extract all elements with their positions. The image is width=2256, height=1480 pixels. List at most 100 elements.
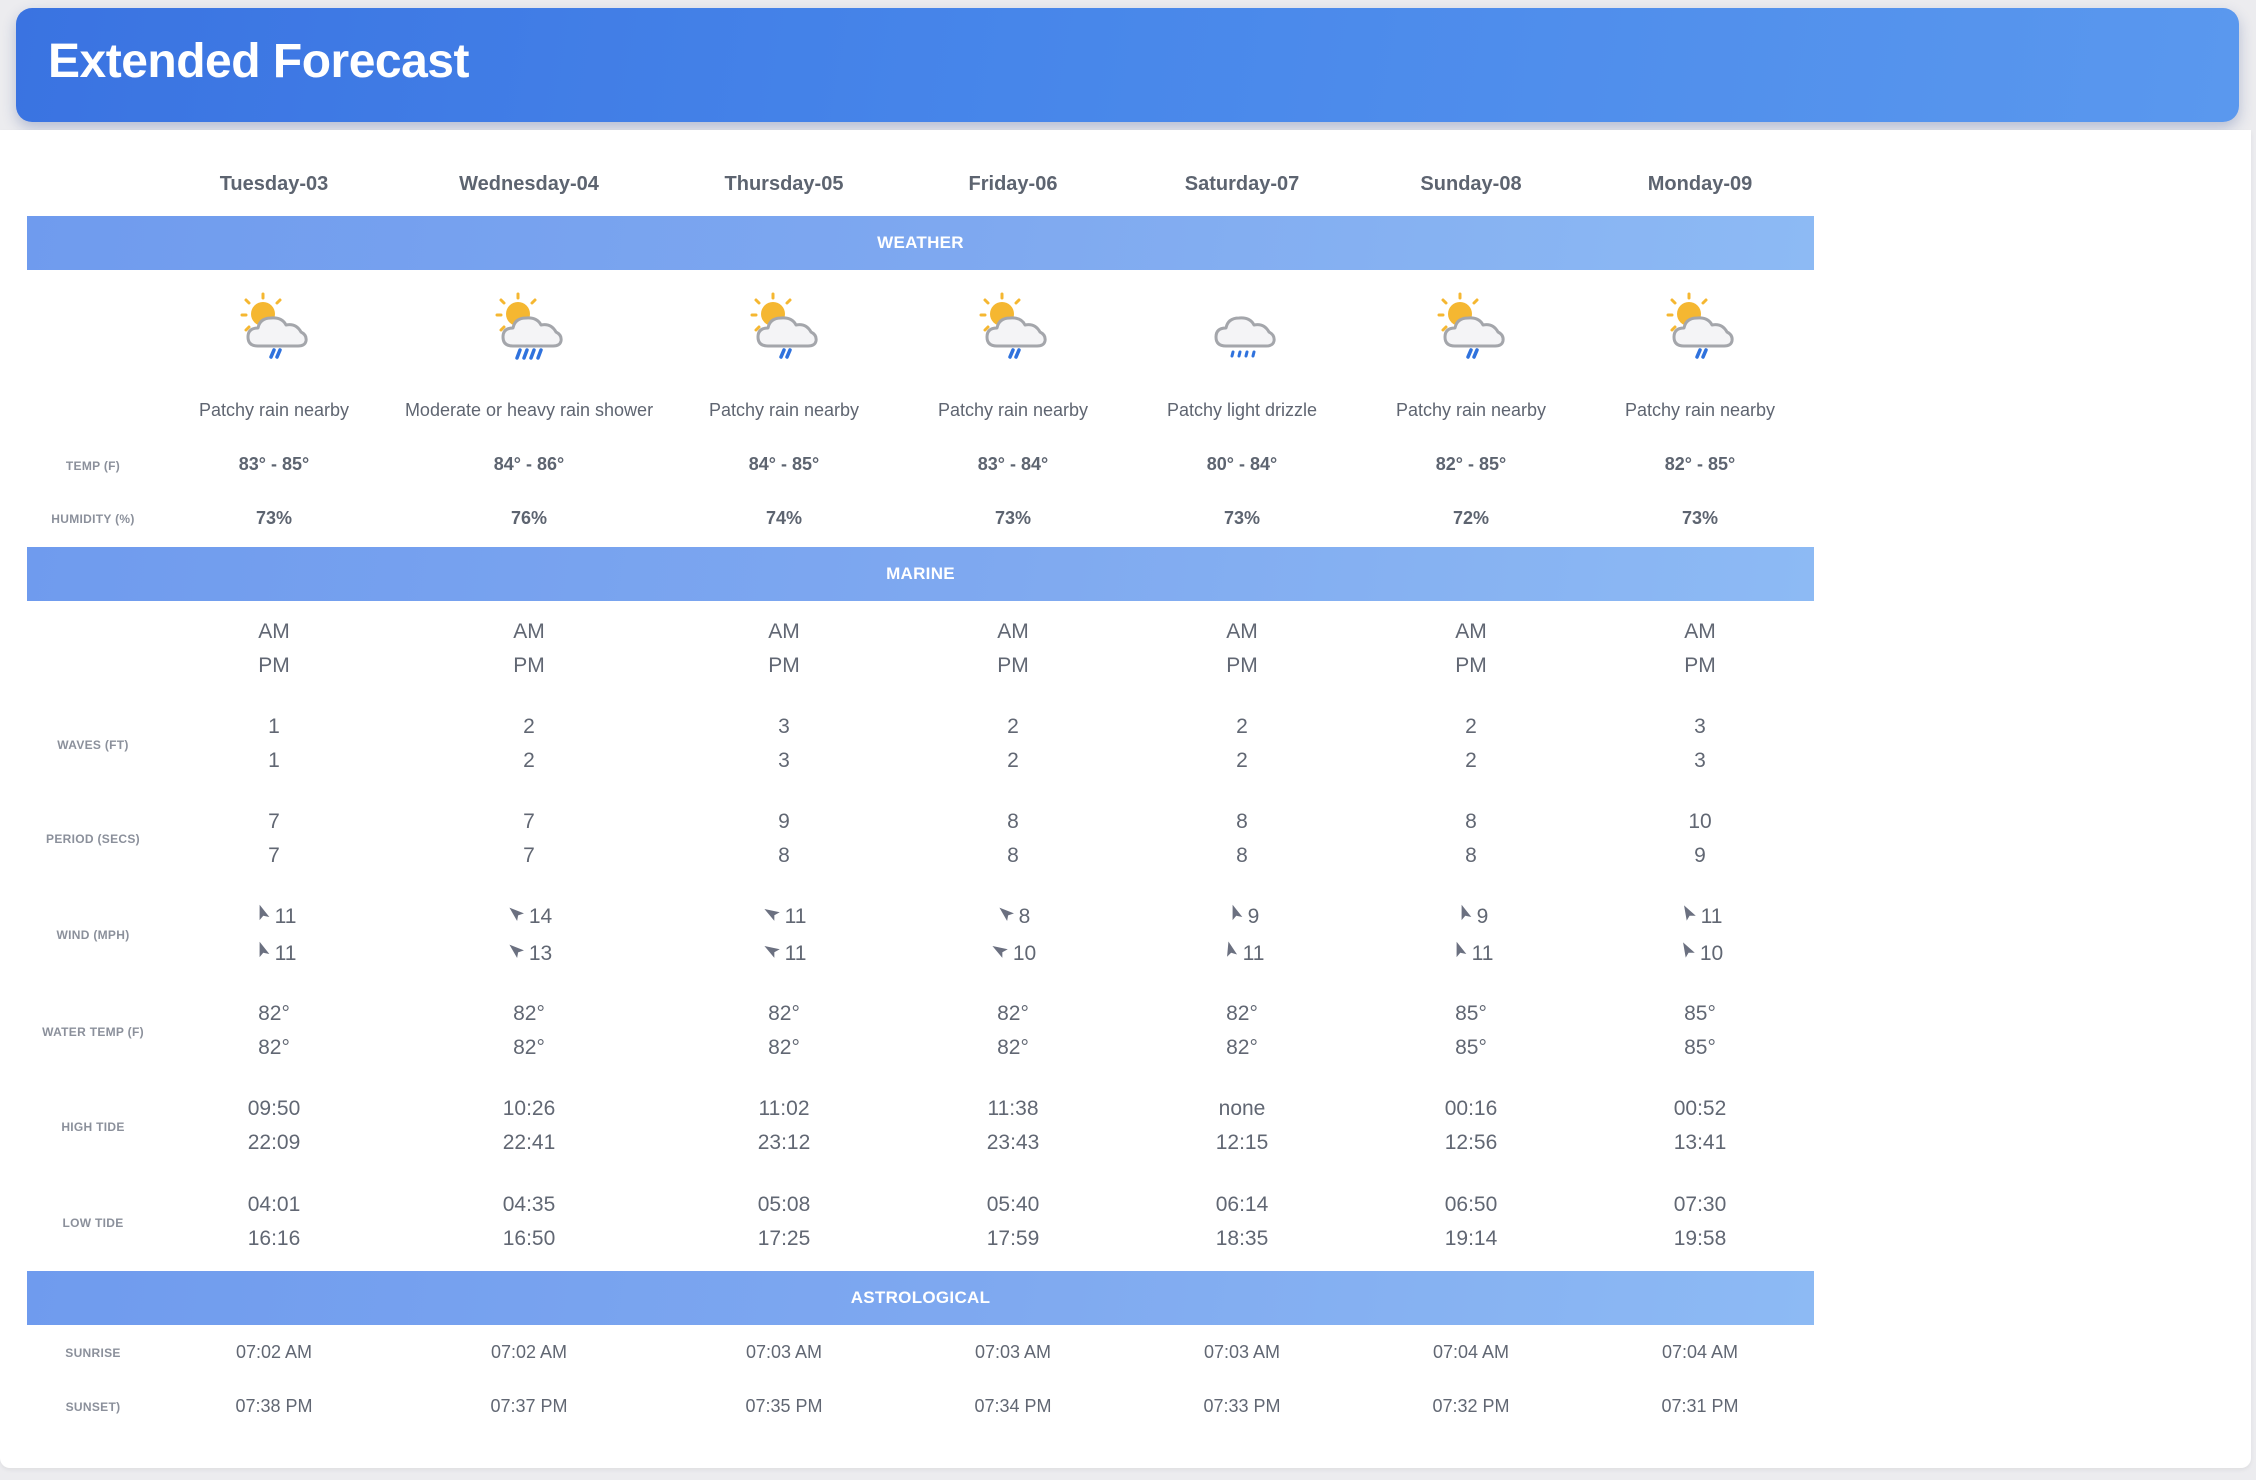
high-tide-values: 00:52 13:41 (1575, 1092, 1825, 1160)
period-am: 8 (1007, 810, 1019, 833)
wind-speed: 11 (1700, 904, 1723, 928)
water-temp-values: 82° 82° (659, 997, 909, 1065)
light-drizzle-icon (1202, 290, 1282, 362)
page-title: Extended Forecast (48, 35, 469, 88)
label-wind: WIND (MPH) (56, 928, 130, 942)
label-waves: WAVES (FT) (57, 738, 129, 752)
am-pm-labels: AM PM (1117, 615, 1367, 683)
wind-pm: 11 (659, 935, 909, 972)
high-tide-pm: 13:41 (1673, 1131, 1727, 1154)
am-pm-labels-am: AM (258, 620, 290, 643)
period-pm: 7 (268, 844, 280, 867)
wind-am: 11 (659, 898, 909, 935)
sunset-time: 07:31 PM (1661, 1396, 1739, 1416)
period-values: 77 (404, 805, 654, 873)
wind-arrow-icon (1225, 904, 1248, 930)
period-am: 10 (1688, 810, 1712, 833)
wind-speed: 11 (1242, 941, 1265, 965)
waves-pm: 2 (1236, 749, 1248, 772)
period-values: 88 (888, 805, 1138, 873)
condition-text: Patchy rain nearby (937, 400, 1089, 420)
day-header: Tuesday-03 (219, 173, 329, 195)
condition-text: Patchy rain nearby (198, 400, 350, 420)
wind-speed: 11 (1471, 941, 1494, 965)
high-tide-values: 10:26 22:41 (404, 1092, 654, 1160)
low-tide-values: 04:01 16:16 (149, 1188, 399, 1256)
wind-arrow-icon (506, 904, 529, 930)
wind-values: 14 13 (404, 898, 654, 972)
period-values: 88 (1346, 805, 1596, 873)
low-tide-am: 06:14 (1215, 1193, 1269, 1216)
heavy-rain-shower-icon (489, 290, 569, 362)
water-temp-pm: 82° (513, 1036, 545, 1059)
humidity-value: 73% (994, 508, 1032, 528)
am-pm-labels-am: AM (1455, 620, 1487, 643)
wind-arrow-icon (762, 941, 785, 967)
wind-pm: 13 (404, 935, 654, 972)
sunrise-time: 07:02 AM (235, 1342, 313, 1362)
period-values: 88 (1117, 805, 1367, 873)
am-pm-labels-am: AM (1684, 620, 1716, 643)
high-tide-am: 00:52 (1673, 1097, 1727, 1120)
wind-speed: 8 (1018, 904, 1031, 928)
water-temp-am: 82° (1226, 1002, 1258, 1025)
wind-speed: 11 (784, 941, 807, 965)
water-temp-values: 82° 82° (888, 997, 1138, 1065)
forecast-panel (0, 130, 2251, 1468)
wind-speed: 9 (1247, 904, 1260, 928)
water-temp-pm: 85° (1455, 1036, 1487, 1059)
wind-pm: 10 (1575, 935, 1825, 972)
temp-range: 84° - 86° (493, 454, 565, 474)
wind-speed: 10 (1699, 941, 1724, 965)
sunrise-time: 07:03 AM (745, 1342, 823, 1362)
low-tide-pm: 18:35 (1215, 1227, 1269, 1250)
waves-values: 33 (1575, 710, 1825, 778)
wind-pm: 11 (149, 935, 399, 972)
high-tide-pm: 23:43 (986, 1131, 1040, 1154)
wind-am: 8 (888, 898, 1138, 935)
wind-speed: 13 (528, 941, 553, 965)
high-tide-pm: 22:09 (247, 1131, 301, 1154)
low-tide-values: 07:30 19:58 (1575, 1188, 1825, 1256)
sunset-time: 07:32 PM (1432, 1396, 1510, 1416)
wind-arrow-icon (1678, 904, 1701, 930)
temp-range: 83° - 85° (238, 454, 310, 474)
period-pm: 8 (1007, 844, 1019, 867)
high-tide-pm: 12:56 (1444, 1131, 1498, 1154)
label-high-tide: HIGH TIDE (61, 1120, 125, 1134)
waves-am: 3 (1694, 715, 1706, 738)
am-pm-labels-pm: PM (1684, 654, 1716, 677)
low-tide-pm: 16:16 (247, 1227, 301, 1250)
low-tide-pm: 19:14 (1444, 1227, 1498, 1250)
waves-values: 22 (1346, 710, 1596, 778)
waves-values: 11 (149, 710, 399, 778)
wind-arrow-icon (1677, 941, 1700, 967)
condition-text: Patchy rain nearby (1395, 400, 1547, 420)
high-tide-pm: 12:15 (1215, 1131, 1269, 1154)
high-tide-am: 00:16 (1444, 1097, 1498, 1120)
humidity-value: 73% (1223, 508, 1261, 528)
water-temp-am: 82° (513, 1002, 545, 1025)
high-tide-values: 11:38 23:43 (888, 1092, 1138, 1160)
header-bar: Extended Forecast (16, 8, 2239, 122)
water-temp-pm: 82° (768, 1036, 800, 1059)
high-tide-am: 09:50 (247, 1097, 301, 1120)
period-am: 7 (268, 810, 280, 833)
wind-speed: 11 (274, 941, 297, 965)
wind-arrow-icon (252, 904, 275, 930)
period-am: 7 (523, 810, 535, 833)
period-values: 10 9 (1575, 805, 1825, 873)
sunrise-time: 07:02 AM (490, 1342, 568, 1362)
waves-pm: 2 (1007, 749, 1019, 772)
waves-am: 2 (1007, 715, 1019, 738)
label-temp: TEMP (F) (65, 459, 121, 473)
am-pm-labels-pm: PM (513, 654, 545, 677)
sunrise-time: 07:04 AM (1661, 1342, 1739, 1362)
waves-am: 2 (523, 715, 535, 738)
am-pm-labels-am: AM (997, 620, 1029, 643)
period-pm: 8 (1465, 844, 1477, 867)
waves-pm: 3 (1694, 749, 1706, 772)
patchy-rain-icon (1431, 290, 1511, 362)
temp-range: 84° - 85° (748, 454, 820, 474)
patchy-rain-icon (973, 290, 1053, 362)
